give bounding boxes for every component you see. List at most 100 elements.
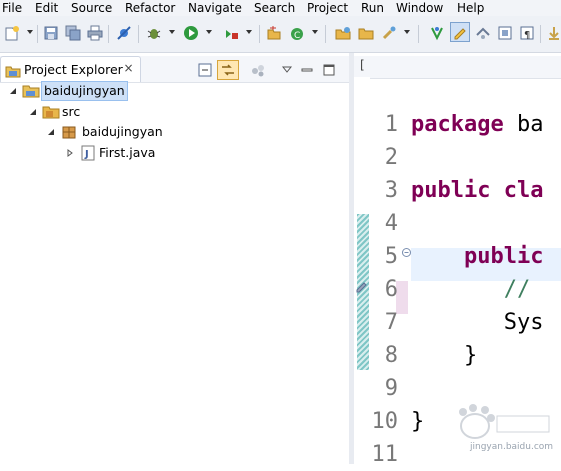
show-whitespace-icon[interactable]: ¶ — [518, 24, 536, 42]
menu-search[interactable]: Search — [254, 0, 295, 16]
tree-item-label: baidujingyan — [82, 124, 163, 139]
run-dropdown-icon[interactable] — [205, 28, 213, 36]
svg-text:¶: ¶ — [524, 30, 530, 41]
open-task-icon[interactable] — [357, 24, 375, 42]
maximize-icon[interactable] — [320, 61, 338, 79]
new-icon[interactable] — [3, 24, 21, 42]
tree-item-package[interactable]: baidujingyan — [0, 122, 349, 142]
main-toolbar: C ¶ — [0, 16, 561, 53]
line-number: 2 — [384, 145, 398, 170]
editor-tab-strip: [ — [354, 56, 561, 79]
search-icon[interactable] — [380, 24, 398, 42]
menu-refactor[interactable]: Refactor — [125, 0, 175, 16]
keyword: public — [411, 178, 491, 203]
tree-item-first-java[interactable]: J First.java — [0, 143, 349, 163]
code-line-3: public cla — [411, 174, 543, 207]
expanded-triangle-icon[interactable] — [29, 108, 37, 116]
run-icon[interactable] — [182, 24, 200, 42]
print-icon[interactable] — [86, 24, 104, 42]
code-text: } — [463, 343, 478, 368]
line-number: 6 — [384, 277, 398, 302]
new-class-icon[interactable]: C — [288, 24, 306, 42]
code-text: } — [411, 409, 425, 434]
code-text: Sys — [503, 310, 544, 335]
save-icon[interactable] — [42, 24, 60, 42]
keyword: package — [411, 112, 504, 137]
line-number: 10 — [371, 409, 399, 434]
overview-ruler[interactable] — [354, 77, 370, 464]
menu-source[interactable]: Source — [71, 0, 112, 16]
menu-help[interactable]: Help — [457, 0, 484, 16]
tree-item-src[interactable]: src — [0, 102, 349, 122]
collapsed-triangle-icon[interactable] — [66, 149, 74, 157]
line-number: 3 — [384, 178, 398, 203]
highlight-icon[interactable] — [450, 22, 470, 42]
minimize-icon[interactable] — [298, 61, 316, 79]
view-menu-icon[interactable] — [278, 61, 296, 79]
line-number: 4 — [384, 211, 398, 236]
line-number: 7 — [384, 310, 398, 335]
svg-text:C: C — [294, 31, 300, 41]
close-icon[interactable]: × — [122, 62, 135, 75]
new-dropdown-icon[interactable] — [26, 28, 34, 36]
open-type-icon[interactable] — [334, 24, 352, 42]
line-number: 11 — [371, 442, 399, 467]
tree-item-label: baidujingyan — [41, 81, 128, 101]
link-with-editor-icon[interactable] — [217, 60, 239, 80]
external-tools-dropdown-icon[interactable] — [245, 28, 253, 36]
line-number: 5 — [384, 244, 398, 269]
code-line-1: package ba — [411, 108, 543, 141]
tree-item-label: src — [62, 104, 81, 119]
new-java-project-icon[interactable] — [265, 24, 283, 42]
menu-file[interactable]: File — [2, 0, 22, 16]
skip-breakpoints-icon[interactable] — [115, 24, 133, 42]
new-class-dropdown-icon[interactable] — [311, 28, 319, 36]
line-number-gutter: 1 2 3 4 5 6 7 8 9 10 11 — [370, 77, 411, 467]
expanded-triangle-icon[interactable] — [47, 128, 55, 136]
collapse-icon[interactable] — [402, 248, 411, 257]
expanded-triangle-icon[interactable] — [9, 87, 17, 95]
search-dropdown-icon[interactable] — [403, 28, 411, 36]
annotation-icon[interactable] — [474, 24, 492, 42]
collapse-all-icon[interactable] — [196, 61, 214, 79]
menu-navigate[interactable]: Navigate — [188, 0, 242, 16]
project-explorer-icon — [5, 63, 21, 82]
line-number: 1 — [384, 112, 398, 137]
toggle-mark-occurrences-icon[interactable] — [428, 24, 446, 42]
menu-project[interactable]: Project — [307, 0, 348, 16]
keyword: public — [463, 244, 544, 269]
focus-active-task-icon[interactable] — [249, 61, 267, 79]
block-selection-icon[interactable] — [496, 24, 514, 42]
menu-edit[interactable]: Edit — [35, 0, 58, 16]
svg-text:J: J — [84, 149, 89, 160]
tab-project-explorer[interactable]: Project Explorer × — [0, 56, 141, 82]
code-line-10: } — [411, 405, 424, 438]
debug-dropdown-icon[interactable] — [168, 28, 176, 36]
code-line-6: // — [411, 273, 531, 306]
menu-window[interactable]: Window — [396, 0, 443, 16]
keyword: cla — [503, 178, 544, 203]
menu-run[interactable]: Run — [361, 0, 384, 16]
save-all-icon[interactable] — [64, 24, 82, 42]
project-explorer-panel: Project Explorer × baidujingyan src baid… — [0, 53, 349, 464]
code-text: ba — [503, 112, 544, 137]
code-line-7: Sys — [411, 306, 544, 339]
quick-diff-icon — [356, 282, 367, 293]
watermark-text: jingyan.baidu.com — [470, 442, 554, 452]
tree-item-project[interactable]: baidujingyan — [0, 81, 349, 101]
debug-icon[interactable] — [145, 24, 163, 42]
next-annotation-icon[interactable] — [545, 24, 561, 42]
menu-bar: File Edit Source Refactor Navigate Searc… — [0, 0, 561, 16]
comment: // — [503, 277, 531, 302]
explorer-header: Project Explorer × — [0, 56, 349, 83]
line-number: 9 — [384, 376, 398, 401]
line-number: 8 — [384, 343, 398, 368]
editor-tab-fragment[interactable]: [ — [360, 58, 365, 72]
code-line-8: } — [411, 339, 477, 372]
tree-item-label: First.java — [99, 145, 156, 160]
code-line-5: public — [411, 240, 543, 273]
external-tools-icon[interactable] — [222, 24, 240, 42]
